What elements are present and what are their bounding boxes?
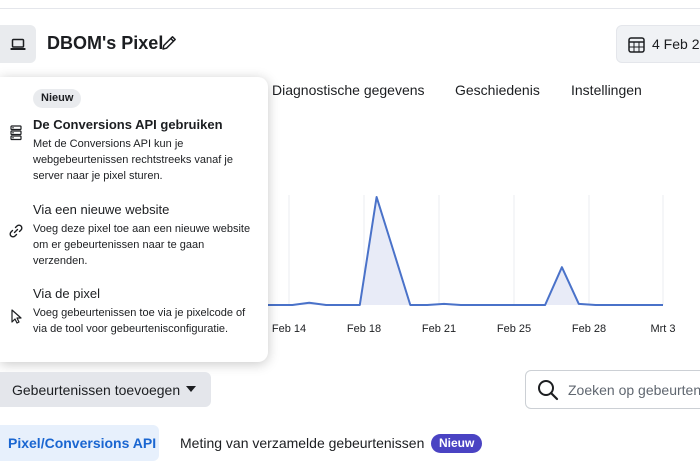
x-tick-label: Mrt 3 [650, 323, 675, 335]
add-events-button[interactable]: Gebeurtenissen toevoegen [0, 372, 211, 407]
menu-option-description: Met de Conversions API kun je webgebeurt… [33, 138, 233, 182]
cursor-icon [11, 309, 22, 324]
search-input[interactable] [568, 380, 700, 400]
date-range-button[interactable]: 4 Feb 20 [616, 25, 700, 63]
chart-series-line [225, 196, 663, 306]
pencil-icon[interactable] [160, 34, 178, 52]
event-search-box[interactable] [525, 370, 700, 409]
tab-settings[interactable]: Instellingen [571, 82, 642, 98]
menu-option-new-website[interactable]: Via een nieuwe website Voeg deze pixel t… [0, 202, 268, 268]
search-icon [538, 380, 559, 401]
caret-down-icon [186, 386, 196, 392]
menu-option-description: Voeg gebeurtenissen toe via je pixelcode… [33, 307, 246, 335]
chart-area-fill [225, 197, 663, 305]
server-icon [10, 125, 22, 141]
tab-diagnostics[interactable]: Diagnostische gegevens [272, 82, 425, 98]
menu-option-via-pixel[interactable]: Via de pixel Voeg gebeurtenissen toe via… [0, 286, 268, 352]
add-events-label: Gebeurtenissen toevoegen [12, 381, 181, 398]
menu-option-description: Voeg deze pixel toe aan een nieuwe websi… [33, 223, 251, 267]
menu-option-conversions-api[interactable]: De Conversions API gebruiken Met de Conv… [0, 117, 268, 183]
subtab-aggregated-events[interactable]: Meting van verzamelde gebeurtenissen [180, 435, 424, 451]
tab-history[interactable]: Geschiedenis [455, 82, 540, 98]
top-divider [0, 8, 700, 9]
add-events-menu: Nieuw De Conversions API gebruiken Met d… [0, 77, 268, 362]
link-icon [9, 224, 23, 238]
x-tick-label: Feb 21 [422, 323, 456, 335]
pixel-type-button[interactable] [0, 25, 36, 63]
menu-option-title: Via een nieuwe website [33, 202, 170, 217]
menu-option-title: De Conversions API gebruiken [33, 117, 223, 132]
x-tick-label: Feb 28 [572, 323, 606, 335]
laptop-icon [10, 38, 26, 50]
x-tick-label: Feb 25 [497, 323, 531, 335]
new-badge: Nieuw [33, 89, 82, 108]
calendar-icon [628, 36, 645, 53]
page-title: DBOM's Pixel [47, 33, 164, 53]
date-range-label: 4 Feb 20 [652, 36, 700, 52]
menu-option-title: Via de pixel [33, 286, 100, 301]
x-tick-label: Feb 18 [347, 323, 381, 335]
subtab-pixel-conversions-api[interactable]: Pixel/Conversions API [0, 425, 159, 461]
x-tick-label: Feb 14 [272, 323, 306, 335]
new-badge: Nieuw [431, 434, 483, 453]
